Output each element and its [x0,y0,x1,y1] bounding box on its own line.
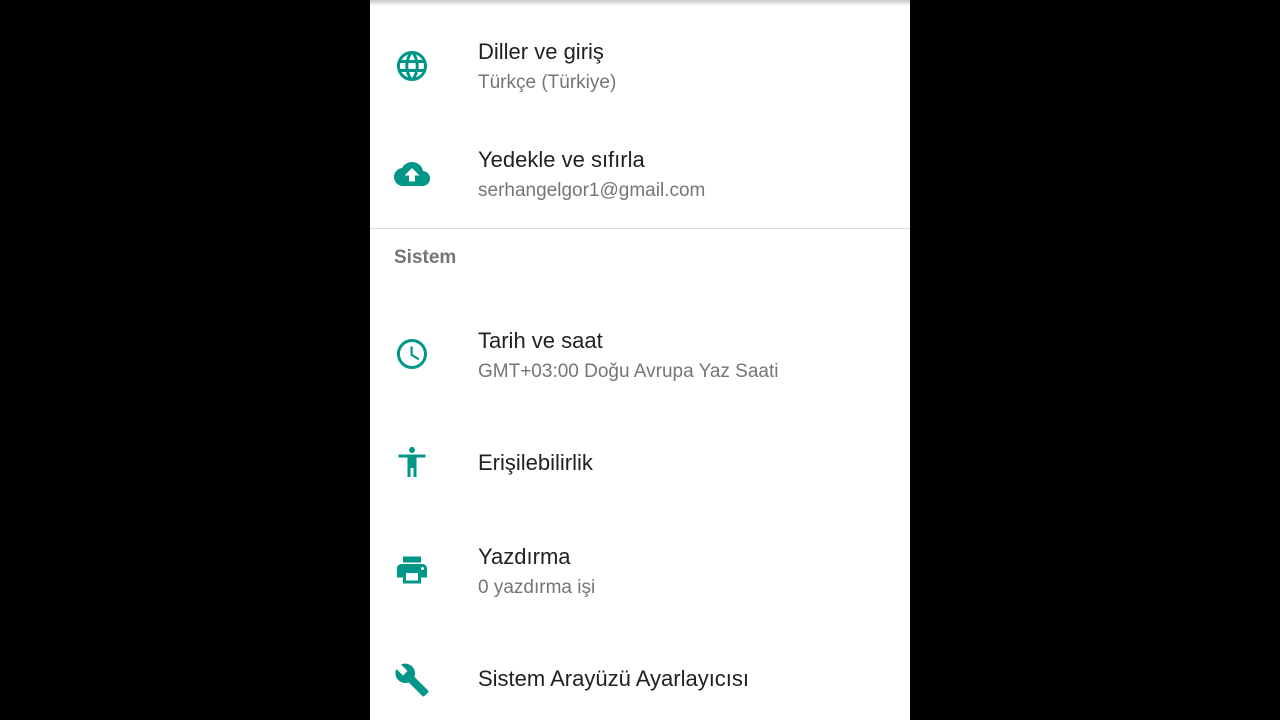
cloud-upload-icon [394,156,430,192]
setting-title: Diller ve giriş [478,39,604,64]
divider [370,228,910,229]
category-header-system: Sistem [394,247,457,268]
setting-printing[interactable]: Yazdırma 0 yazdırma işi [370,516,910,624]
setting-summary: GMT+03:00 Doğu Avrupa Yaz Saati [478,361,779,382]
setting-title: Yedekle ve sıfırla [478,147,645,172]
setting-title: Yazdırma [478,544,571,569]
setting-accessibility[interactable]: Erişilebilirlik [370,408,910,516]
setting-summary: serhangelgor1@gmail.com [478,180,706,201]
printer-icon [394,552,430,588]
globe-icon [394,48,430,84]
setting-summary: Türkçe (Türkiye) [478,72,617,93]
setting-title: Erişilebilirlik [478,450,593,475]
clock-icon [394,336,430,372]
setting-title: Tarih ve saat [478,328,603,353]
setting-system-ui-tuner[interactable]: Sistem Arayüzü Ayarlayıcısı [370,624,910,720]
settings-screen: Diller ve giriş Türkçe (Türkiye) Yedekle… [370,0,910,720]
wrench-icon [394,662,430,698]
setting-title: Sistem Arayüzü Ayarlayıcısı [478,666,750,691]
setting-date-time[interactable]: Tarih ve saat GMT+03:00 Doğu Avrupa Yaz … [370,300,910,408]
setting-backup-reset[interactable]: Yedekle ve sıfırla serhangelgor1@gmail.c… [370,122,910,228]
accessibility-icon [394,444,430,480]
setting-summary: 0 yazdırma işi [478,577,596,598]
setting-languages-input[interactable]: Diller ve giriş Türkçe (Türkiye) [370,0,910,122]
